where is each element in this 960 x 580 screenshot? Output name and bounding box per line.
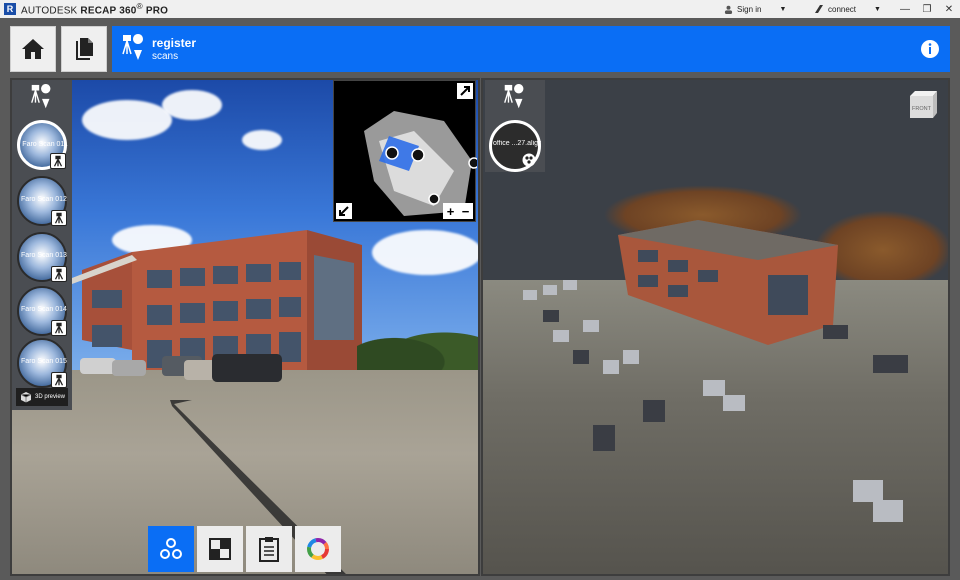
chevron-down-icon: ▼ bbox=[779, 5, 787, 13]
clipboard-icon bbox=[259, 537, 279, 562]
zoom-out-icon[interactable]: − bbox=[462, 204, 470, 219]
scan-thumb-011[interactable]: Faro Scan 011 bbox=[17, 120, 68, 170]
projects-button[interactable] bbox=[61, 26, 107, 72]
aligned-scan-label: office ...27.align bbox=[493, 140, 541, 147]
tripod-icon bbox=[50, 153, 66, 169]
page-subtitle: scans bbox=[152, 51, 179, 62]
user-icon bbox=[724, 5, 733, 14]
cloud bbox=[242, 130, 282, 150]
minimize-button[interactable]: — bbox=[894, 4, 916, 15]
cloud bbox=[372, 230, 478, 275]
tripod-icon bbox=[51, 266, 67, 282]
scan-thumb-012[interactable]: Faro Scan 012 bbox=[17, 176, 67, 226]
autodesk-a-icon bbox=[815, 5, 823, 13]
product-name: RECAP 360 bbox=[80, 5, 137, 17]
cube-icon bbox=[20, 392, 32, 403]
mode-bar: register scans bbox=[112, 26, 950, 72]
bottom-toolbar bbox=[148, 526, 341, 572]
align-scan-list: office ...27.align bbox=[485, 80, 545, 172]
scan-label: Faro Scan 011 bbox=[22, 141, 68, 148]
scan-label: Faro Scan 014 bbox=[21, 306, 67, 313]
app-title: AUTODESK RECAP 360® PRO bbox=[21, 1, 169, 17]
product-edition: PRO bbox=[145, 5, 169, 17]
minimap-expand-button[interactable] bbox=[457, 83, 473, 99]
page-title: register bbox=[152, 36, 197, 50]
pointcloud-cars bbox=[523, 280, 908, 522]
arrow-expand-icon bbox=[460, 86, 470, 96]
scan-cluster-icon bbox=[522, 153, 536, 167]
close-button[interactable]: ✕ bbox=[938, 4, 960, 15]
connect-menu[interactable]: connect ▼ bbox=[814, 4, 894, 14]
connect-label: connect bbox=[828, 4, 857, 14]
minimap-zoom-controls: + − bbox=[443, 203, 473, 219]
scan-thumb-013[interactable]: Faro Scan 013 bbox=[17, 232, 67, 282]
zoom-in-icon[interactable]: + bbox=[447, 204, 455, 219]
home-button[interactable] bbox=[10, 26, 56, 72]
parked-cars bbox=[80, 354, 282, 382]
register-scans-icon bbox=[122, 34, 144, 60]
scan-label: Faro Scan 013 bbox=[21, 252, 67, 259]
targets-icon bbox=[160, 538, 182, 559]
register-scans-icon bbox=[504, 84, 524, 109]
home-icon bbox=[22, 39, 44, 59]
user-menu[interactable]: Sign in ▼ bbox=[724, 5, 794, 14]
tripod-icon bbox=[51, 372, 67, 388]
checkerboard-tool-button[interactable] bbox=[197, 526, 243, 572]
scan-list: Faro Scan 011 Faro Scan 012 Faro Scan 01… bbox=[12, 80, 72, 410]
3d-preview-label: 3D preview bbox=[35, 394, 66, 400]
brand-name: AUTODESK bbox=[21, 5, 78, 17]
view-cube-label: FRONT bbox=[912, 106, 932, 112]
scan-label: Faro Scan 015 bbox=[21, 358, 67, 365]
title-bar: R AUTODESK RECAP 360® PRO Sign in ▼ conn… bbox=[0, 0, 960, 18]
user-label: Sign in bbox=[737, 4, 762, 14]
pointcloud-view[interactable] bbox=[481, 78, 950, 576]
minimap-plan bbox=[364, 111, 477, 216]
titlebar-right: Sign in ▼ connect ▼ — ❐ ✕ bbox=[724, 0, 960, 18]
checkerboard-icon bbox=[209, 538, 231, 560]
arrow-collapse-icon bbox=[339, 206, 349, 216]
clipboard-tool-button[interactable] bbox=[246, 526, 292, 572]
chevron-down-icon: ▼ bbox=[874, 5, 881, 13]
view-cube[interactable]: FRONT bbox=[905, 88, 939, 122]
header: register scans bbox=[0, 18, 960, 78]
app-logo-icon: R bbox=[4, 3, 16, 15]
info-icon[interactable] bbox=[920, 39, 940, 59]
scan-label: Faro Scan 012 bbox=[21, 196, 67, 203]
maximize-button[interactable]: ❐ bbox=[916, 4, 938, 15]
scan-thumb-015[interactable]: Faro Scan 015 bbox=[17, 338, 67, 388]
register-scans-icon bbox=[31, 84, 51, 109]
minimap-collapse-button[interactable] bbox=[336, 203, 352, 219]
documents-icon bbox=[76, 38, 93, 60]
tripod-icon bbox=[51, 320, 67, 336]
targets-tool-button[interactable] bbox=[148, 526, 194, 572]
cloud bbox=[162, 90, 222, 120]
scan-thumb-014[interactable]: Faro Scan 014 bbox=[17, 286, 67, 336]
3d-preview-button[interactable]: 3D preview bbox=[16, 388, 68, 406]
tripod-icon bbox=[51, 210, 67, 226]
color-tool-button[interactable] bbox=[295, 526, 341, 572]
aligned-scan-thumb[interactable]: office ...27.align bbox=[489, 120, 541, 172]
cloud bbox=[82, 100, 172, 140]
color-wheel-icon bbox=[307, 538, 329, 560]
minimap[interactable]: + − bbox=[333, 80, 477, 222]
